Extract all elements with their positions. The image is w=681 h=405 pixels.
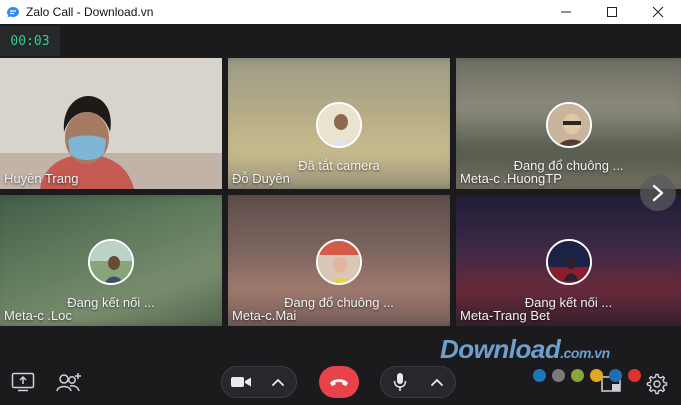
zalo-call-window: Zalo Call - Download.vn 00:03 Huyền Tran… xyxy=(0,0,681,405)
microphone-icon xyxy=(393,373,406,391)
participant-tile[interactable]: Huyền Trang xyxy=(0,58,222,189)
settings-icon xyxy=(646,373,668,395)
call-timer: 00:03 xyxy=(0,26,60,56)
avatar xyxy=(316,102,362,148)
watermark-dot xyxy=(533,369,546,382)
zalo-app-icon xyxy=(5,4,21,20)
minimize-button[interactable] xyxy=(543,0,589,24)
next-page-button[interactable] xyxy=(640,175,676,211)
add-participant-button[interactable] xyxy=(55,368,83,396)
watermark-dot xyxy=(590,369,603,382)
avatar xyxy=(316,239,362,285)
participant-name: Đỗ Duyên xyxy=(232,171,290,186)
chevron-right-icon xyxy=(652,184,664,202)
camera-icon xyxy=(230,377,251,387)
participant-name: Meta-c .HuongTP xyxy=(460,171,562,186)
participant-name: Meta-c.Mai xyxy=(232,308,297,323)
chevron-up-icon xyxy=(271,378,284,386)
participant-tile[interactable]: Đã tắt camera Đỗ Duyên xyxy=(228,58,450,189)
participant-name: Huyền Trang xyxy=(4,171,79,186)
close-button[interactable] xyxy=(635,0,681,24)
microphone-options-button[interactable] xyxy=(418,367,455,397)
avatar xyxy=(88,239,134,285)
watermark-dot xyxy=(628,369,641,382)
participant-tile[interactable]: Đang đổ chuông ... Meta-c.Mai xyxy=(228,195,450,326)
close-icon xyxy=(652,6,664,18)
participant-name: Meta-Trang Bet xyxy=(460,308,550,323)
window-title: Zalo Call - Download.vn xyxy=(26,5,154,19)
title-bar: Zalo Call - Download.vn xyxy=(0,0,681,24)
microphone-control-group xyxy=(380,366,456,398)
maximize-button[interactable] xyxy=(589,0,635,24)
watermark-dot xyxy=(609,369,622,382)
screen-share-icon xyxy=(11,372,35,392)
maximize-icon xyxy=(607,7,617,17)
chevron-up-icon xyxy=(430,378,443,386)
watermark-dot xyxy=(571,369,584,382)
end-call-button[interactable] xyxy=(319,366,359,398)
microphone-toggle-button[interactable] xyxy=(381,367,418,397)
participant-grid: Huyền Trang Đã tắt camera Đỗ Duyên Đang … xyxy=(0,58,681,328)
end-call-icon xyxy=(330,379,348,386)
call-top-bar: 00:03 xyxy=(0,24,681,58)
participant-name: Meta-c .Loc xyxy=(4,308,72,323)
add-participant-icon xyxy=(56,373,81,392)
watermark-dot xyxy=(552,369,565,382)
avatar xyxy=(545,239,592,285)
participant-tile[interactable]: Đang kết nối ... Meta-Trang Bet xyxy=(456,195,681,326)
window-controls xyxy=(543,0,681,24)
minimize-icon xyxy=(561,11,571,13)
camera-options-button[interactable] xyxy=(259,367,296,397)
participant-tile[interactable]: Đang đổ chuông ... Meta-c .HuongTP xyxy=(456,58,681,189)
participant-tile[interactable]: Đang kết nối ... Meta-c .Loc xyxy=(0,195,222,326)
participant-video xyxy=(0,58,222,189)
avatar xyxy=(545,102,592,148)
screen-share-button[interactable] xyxy=(9,368,37,396)
watermark-dots xyxy=(533,369,641,382)
settings-button[interactable] xyxy=(643,370,671,398)
camera-toggle-button[interactable] xyxy=(222,367,259,397)
camera-control-group xyxy=(221,366,297,398)
